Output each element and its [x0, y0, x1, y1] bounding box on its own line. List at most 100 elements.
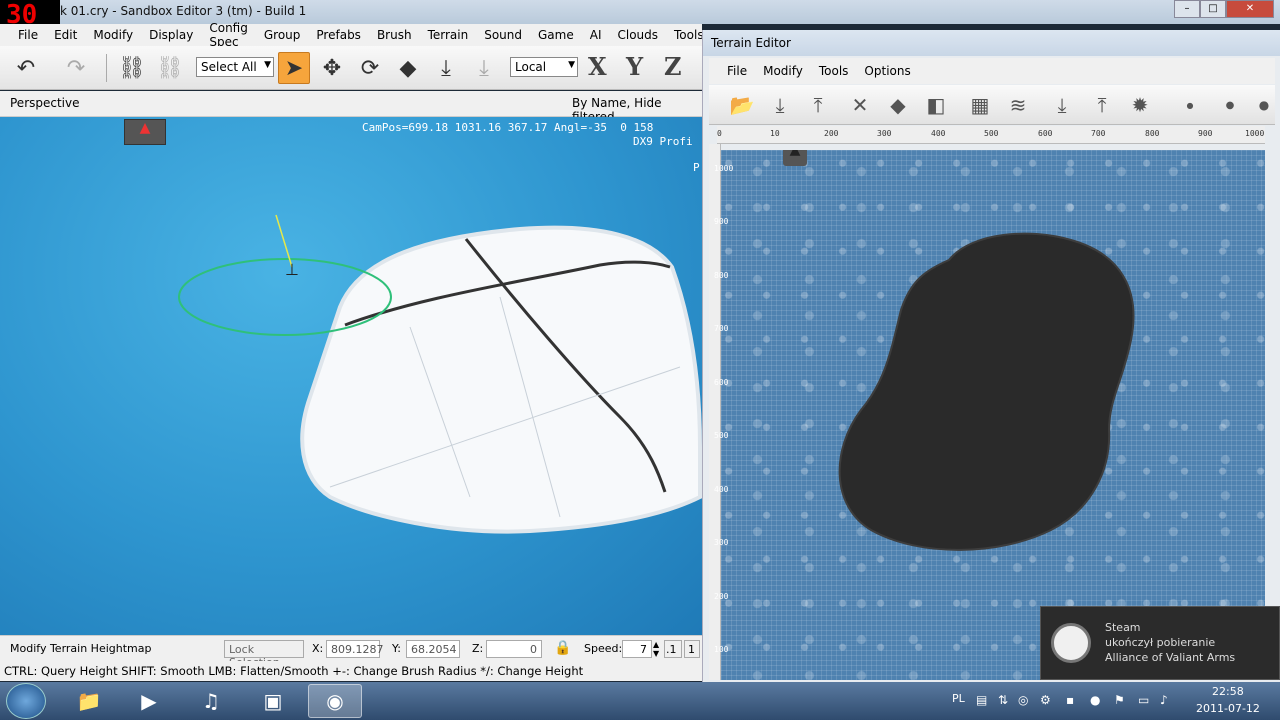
axis-z-button[interactable]: Z	[664, 52, 682, 81]
rotate-icon[interactable]: ⟳	[354, 52, 386, 84]
ruler-tick: 300	[714, 538, 729, 547]
ruler-tick: 600	[1038, 129, 1053, 138]
renderer-info: DX9 Profi	[633, 135, 693, 148]
noise-texture-icon[interactable]: ▦	[965, 90, 995, 120]
sandbox-editor-task-icon[interactable]: ▣	[246, 684, 300, 718]
unlink-icon[interactable]: ⛓	[154, 52, 186, 84]
coordinate-system-combo[interactable]: Local ▼	[510, 57, 578, 77]
menu-file[interactable]: File	[10, 28, 46, 42]
upload-icon[interactable]: ⤒	[1087, 90, 1117, 120]
lock-selection-button[interactable]: Lock Selection	[224, 640, 304, 669]
invert-icon[interactable]: ◧	[921, 90, 951, 120]
tray-monitor-icon[interactable]: ▭	[1138, 693, 1149, 707]
windows-start-icon[interactable]	[6, 683, 46, 719]
clock-date[interactable]: 2011-07-12	[1196, 702, 1260, 715]
export-icon[interactable]: ⤒	[803, 90, 833, 120]
minimize-button[interactable]: –	[1174, 0, 1200, 18]
media-player-icon[interactable]: ▶	[122, 684, 176, 718]
terrain-editor-toolbar: 📂 ⤓ ⤒ ✕ ◆ ◧ ▦ ≋ ⤓ ⤒ ✹ ● ● ●	[709, 85, 1275, 125]
ruler-tick: 400	[931, 129, 946, 138]
close-button[interactable]: ✕	[1226, 0, 1274, 18]
keyboard-hints: CTRL: Query Height SHIFT: Smooth LMB: Fl…	[0, 661, 702, 681]
water-level-icon[interactable]: ≋	[1003, 90, 1033, 120]
import-icon[interactable]: ⤓	[765, 90, 795, 120]
brush-size-medium-icon[interactable]: ●	[1215, 90, 1245, 120]
winamp-icon[interactable]: ♫	[184, 684, 238, 718]
brush-size-large-icon[interactable]: ●	[1249, 90, 1279, 120]
open-folder-icon[interactable]: 📂	[727, 90, 757, 120]
y-coordinate-field[interactable]: 68.2054	[406, 640, 460, 658]
tray-antivirus-icon[interactable]: ⚙	[1040, 693, 1051, 707]
download-icon[interactable]: ⤓	[1047, 90, 1077, 120]
z-coordinate-field[interactable]: 0	[486, 640, 542, 658]
cursor-icon: ⊥	[285, 260, 299, 279]
heightmap-ruler-top: 0 10 200 300 400 500 600 700 800 900 100…	[717, 126, 1265, 144]
menu-ai[interactable]: AI	[582, 28, 610, 42]
drop-to-terrain-icon[interactable]: ⤓	[430, 52, 462, 84]
tray-orange-icon[interactable]: ●	[1090, 693, 1100, 707]
camera-position-readout: CamPos=699.18 1031.16 367.17 Angl=-35 0 …	[362, 121, 654, 134]
menu-prefabs[interactable]: Prefabs	[308, 28, 369, 42]
menu-sound[interactable]: Sound	[476, 28, 530, 42]
rubber-icon[interactable]: ◆	[883, 90, 913, 120]
undo-icon[interactable]: ↶	[10, 52, 42, 84]
menu-modify[interactable]: Modify	[85, 28, 141, 42]
scale-icon[interactable]: ◆	[392, 52, 424, 84]
menu-group[interactable]: Group	[256, 28, 309, 42]
speed-stepper-icon[interactable]: ▲ ▼	[653, 640, 659, 658]
tray-flag-icon[interactable]: ⚑	[1114, 693, 1125, 707]
sun-light-icon[interactable]: ✹	[1125, 90, 1155, 120]
select-arrow-icon[interactable]: ➤	[278, 52, 310, 84]
move-icon[interactable]: ✥	[316, 52, 348, 84]
perspective-viewport[interactable]: ⊥ ▲ CamPos=699.18 1031.16 367.17 Angl=-3…	[0, 117, 702, 635]
vehicle-thumbnail-icon: ▲	[124, 119, 166, 145]
ruler-tick: 700	[714, 324, 729, 333]
menu-display[interactable]: Display	[141, 28, 201, 42]
menu-terrain[interactable]: Terrain	[420, 28, 477, 42]
te-menu-modify[interactable]: Modify	[755, 64, 811, 78]
ruler-tick: 900	[1198, 129, 1213, 138]
snap-icon[interactable]: ⤓	[468, 52, 500, 84]
steam-notification[interactable]: Steam ukończył pobieranie Alliance of Va…	[1040, 606, 1280, 680]
tray-steam-icon[interactable]: ◎	[1018, 693, 1028, 707]
te-menu-options[interactable]: Options	[856, 64, 918, 78]
menu-config-spec[interactable]: Config Spec	[201, 21, 256, 49]
tray-volume-icon[interactable]: ♪	[1160, 693, 1168, 707]
heightmap-canvas[interactable]: ▲	[721, 150, 1265, 680]
menu-brush[interactable]: Brush	[369, 28, 420, 42]
link-icon[interactable]: ⛓	[116, 52, 148, 84]
explorer-folder-icon[interactable]: 📁	[62, 684, 116, 718]
menu-clouds[interactable]: Clouds	[609, 28, 666, 42]
te-menu-tools[interactable]: Tools	[811, 64, 857, 78]
te-menu-file[interactable]: File	[719, 64, 755, 78]
tray-network-icon[interactable]: ▤	[976, 693, 987, 707]
speed-small-button[interactable]: .1	[664, 640, 682, 658]
viewport-label[interactable]: Perspective	[10, 96, 80, 110]
flattened-area-shape	[838, 232, 1135, 551]
menu-game[interactable]: Game	[530, 28, 582, 42]
eye-app-task-icon[interactable]: ◉	[308, 684, 362, 718]
ruler-tick: 500	[714, 431, 729, 440]
ruler-tick: 500	[984, 129, 999, 138]
viewport-header: Perspective By Name, Hide filtered	[0, 91, 702, 124]
speed-field[interactable]: 7	[622, 640, 652, 658]
redo-icon[interactable]: ↷	[60, 52, 92, 84]
coordinate-combo-value: Local	[515, 60, 547, 74]
vehicle-marker-icon: ▲	[783, 150, 807, 166]
x-coordinate-field[interactable]: 809.1287	[326, 640, 384, 658]
tray-app-icon[interactable]: ▪	[1066, 693, 1074, 707]
tray-arrows-icon[interactable]: ⇅	[998, 693, 1008, 707]
lock-icon[interactable]: 🔒	[554, 640, 571, 656]
brush-size-small-icon[interactable]: ●	[1175, 90, 1205, 120]
maximize-button[interactable]: □	[1200, 0, 1226, 18]
language-indicator[interactable]: PL	[952, 692, 965, 705]
axis-x-button[interactable]: X	[588, 52, 607, 81]
clock-time[interactable]: 22:58	[1212, 685, 1244, 698]
heightmap-drawing	[838, 232, 1135, 551]
speed-one-button[interactable]: 1	[684, 640, 700, 658]
erase-icon[interactable]: ✕	[845, 90, 875, 120]
axis-y-button[interactable]: Y	[626, 52, 643, 81]
menu-edit[interactable]: Edit	[46, 28, 85, 42]
ruler-tick: 700	[1091, 129, 1106, 138]
selection-combo[interactable]: Select All ▼	[196, 57, 274, 77]
